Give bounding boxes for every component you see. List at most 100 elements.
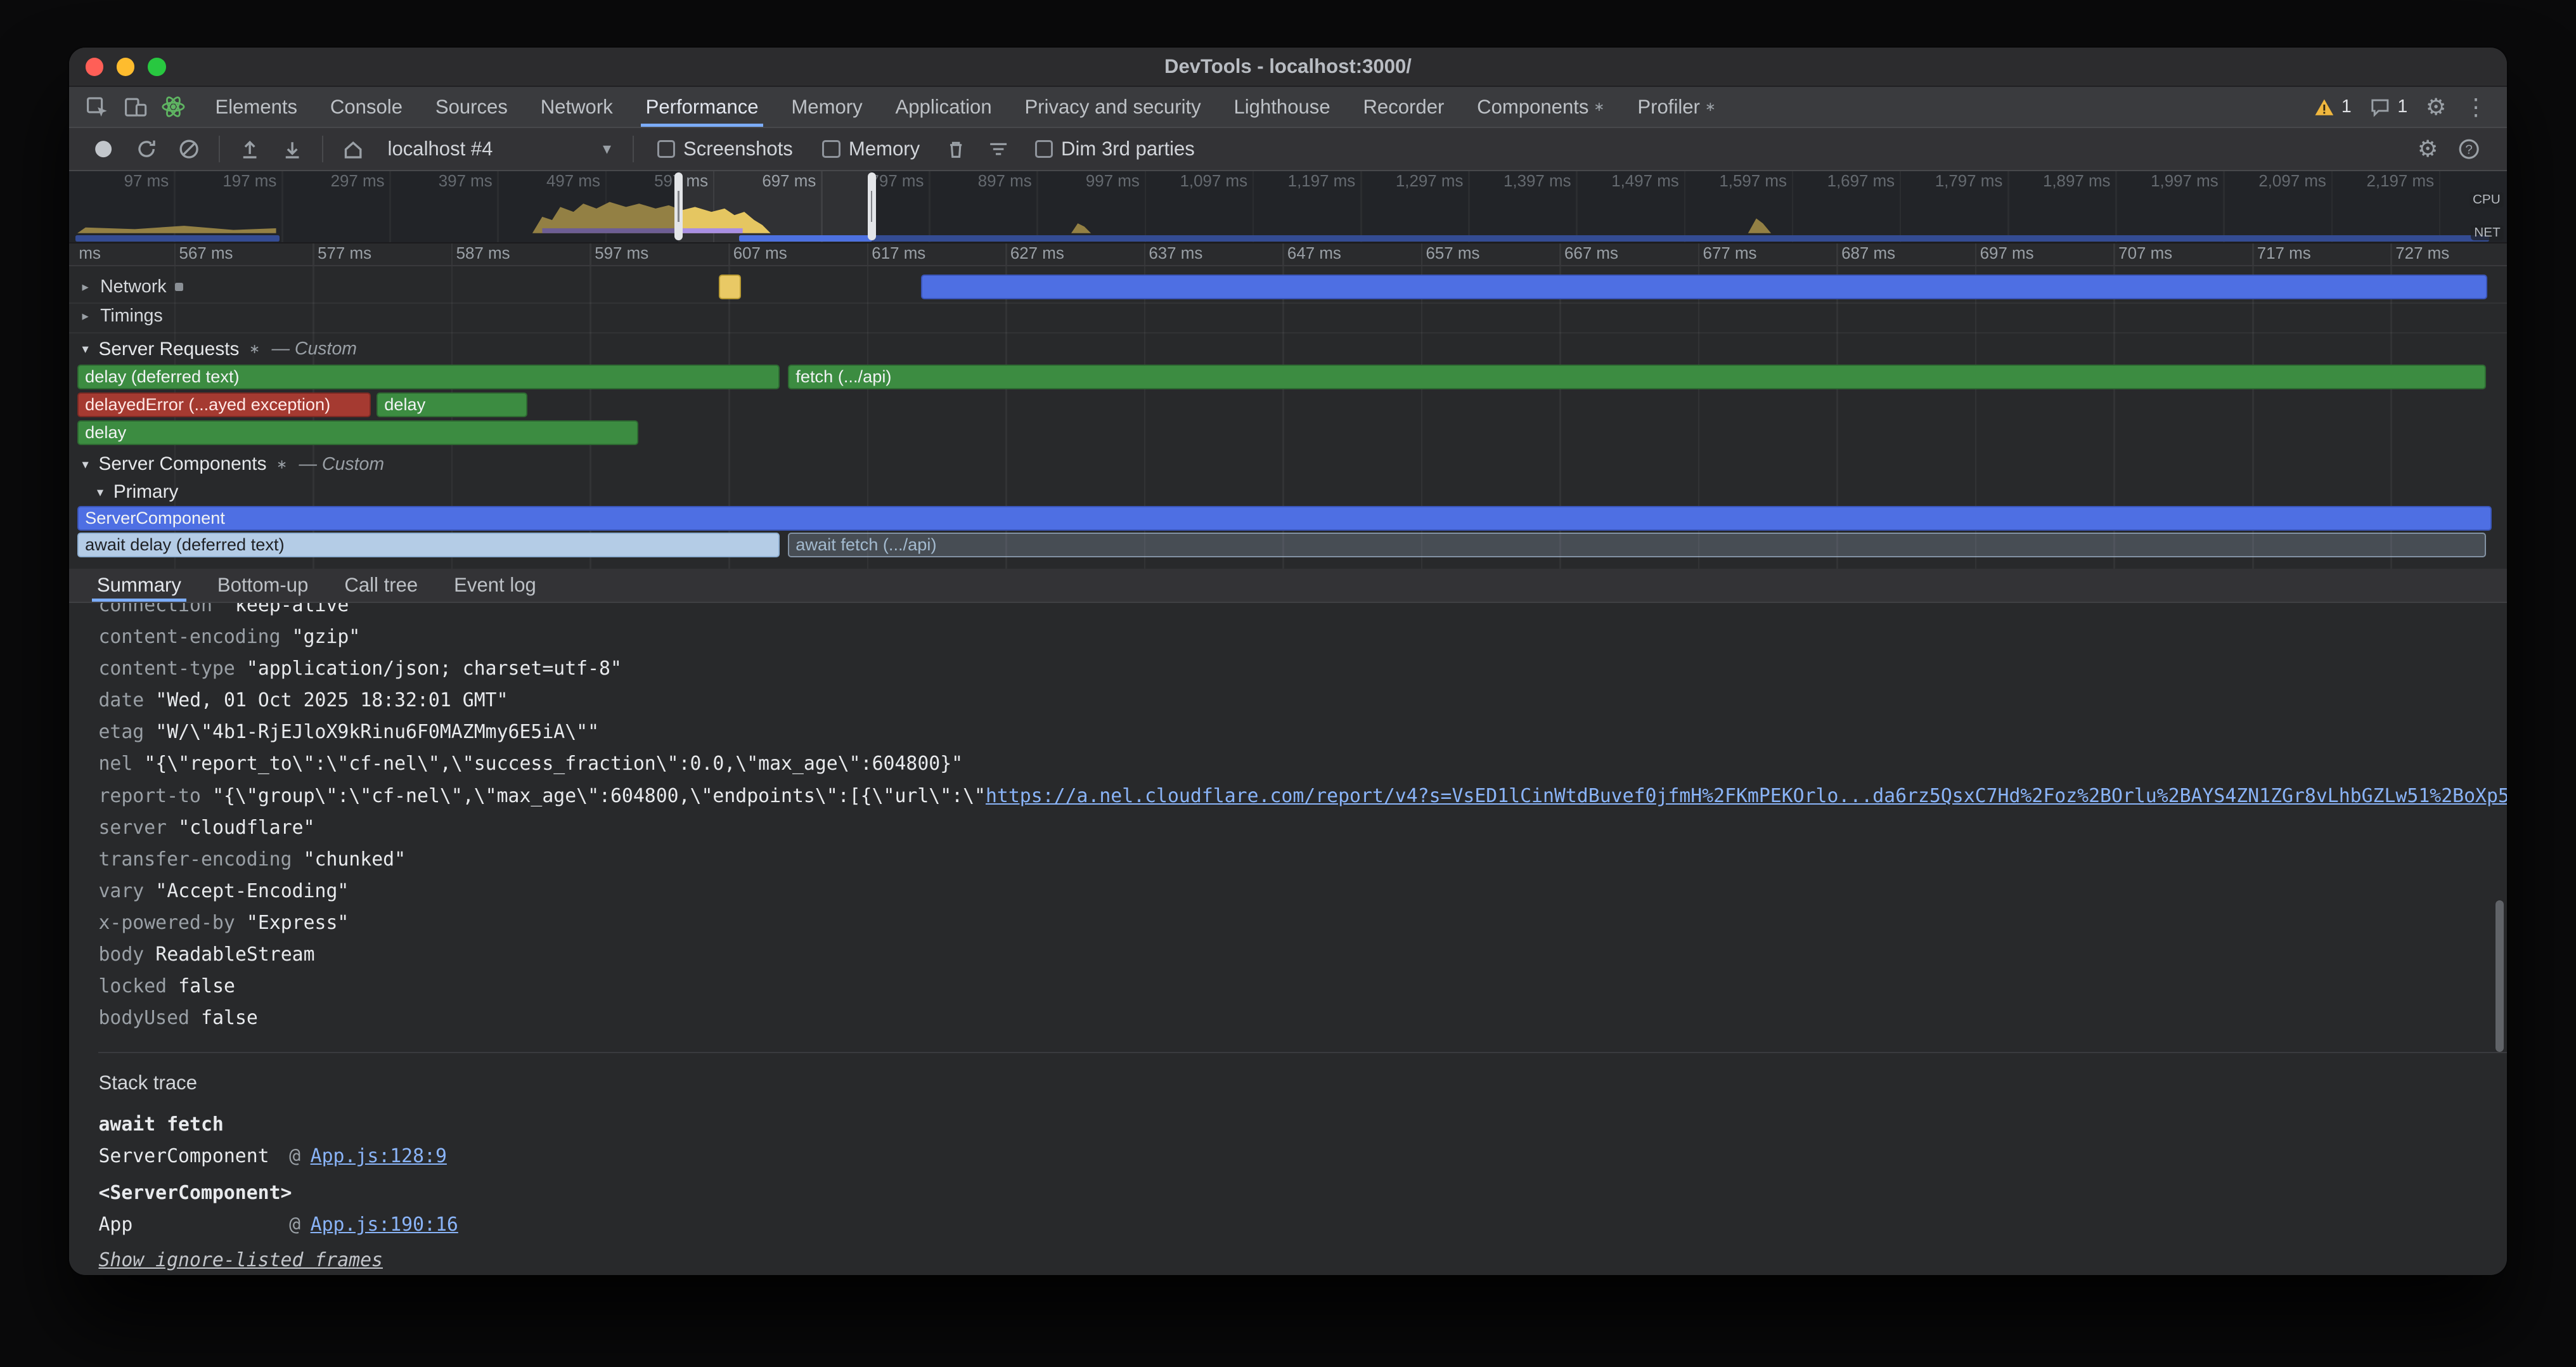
report-to-url-link[interactable]: https://a.nel.cloudflare.com/report/v4?s… <box>986 785 2507 807</box>
disclosure-triangle-icon[interactable]: ▾ <box>79 457 92 472</box>
react-devtools-icon[interactable] <box>155 87 193 127</box>
warnings-badge[interactable]: 1 <box>2314 96 2352 117</box>
stack-trace-list: await fetchServerComponent@App.js:128:9<… <box>98 1109 2507 1241</box>
ruler-gridline <box>174 243 176 265</box>
close-button[interactable] <box>86 58 104 76</box>
net-lane-label: NET <box>2471 225 2504 240</box>
disclosure-triangle-icon[interactable]: ▸ <box>79 308 92 324</box>
show-ignore-listed-link[interactable]: Show ignore-listed frames <box>98 1249 382 1271</box>
dim-3rd-parties-checkbox[interactable]: Dim 3rd parties <box>1035 138 1195 160</box>
summary-row: etag"W/\"4b1-RjEJloX9kRinu6F0MAZMmy6E5iA… <box>98 716 2507 748</box>
zoom-button[interactable] <box>148 58 166 76</box>
tab-application[interactable]: Application <box>879 87 1008 127</box>
track-timings-label: Timings <box>100 306 163 327</box>
selection-handle-right[interactable] <box>868 172 876 240</box>
settings-gear-icon[interactable]: ⚙ <box>2426 96 2447 119</box>
screenshots-checkbox[interactable]: Screenshots <box>657 138 793 160</box>
header-key: connection <box>98 603 212 616</box>
inspect-icon[interactable] <box>79 87 117 127</box>
perf-event-label: delay <box>384 394 425 414</box>
minimize-button[interactable] <box>117 58 135 76</box>
header-key: nel <box>98 753 132 775</box>
details-tab-bottom-up[interactable]: Bottom-up <box>199 569 326 602</box>
tab-recorder[interactable]: Recorder <box>1347 87 1461 127</box>
track-server-requests-header[interactable]: ▾ Server Requests ∗ — Custom <box>79 337 357 361</box>
disclosure-triangle-icon[interactable]: ▾ <box>94 484 107 500</box>
tab-lighthouse[interactable]: Lighthouse <box>1218 87 1347 127</box>
primary-group-header[interactable]: ▾ Primary <box>94 480 179 505</box>
more-options-icon[interactable]: ⋮ <box>2464 96 2487 119</box>
perf-event-bar[interactable]: ServerComponent <box>77 506 2492 531</box>
record-button[interactable] <box>82 133 125 165</box>
window-titlebar[interactable]: DevTools - localhost:3000/ <box>69 48 2507 87</box>
perf-event-bar[interactable]: delay (deferred text) <box>77 365 780 389</box>
collect-garbage-button[interactable] <box>935 133 977 165</box>
summary-row: transfer-encoding"chunked" <box>98 844 2507 876</box>
header-key: bodyUsed <box>98 1007 190 1029</box>
ruler-gridline <box>1144 243 1146 265</box>
tab-label: Console <box>330 96 402 119</box>
toolbar-separator <box>322 136 324 162</box>
server-requests-lane: delayedError (...ayed exception) delay <box>69 392 2507 417</box>
tab-network[interactable]: Network <box>524 87 629 127</box>
dim-3rd-parties-label: Dim 3rd parties <box>1061 138 1195 160</box>
disclosure-triangle-icon[interactable]: ▾ <box>79 341 92 357</box>
tab-sources[interactable]: Sources <box>419 87 524 127</box>
tabbar-right-controls: 1 1 ⚙ ⋮ <box>2314 96 2507 119</box>
tab-label: Recorder <box>1363 96 1444 119</box>
perf-event-bar[interactable]: fetch (.../api) <box>788 365 2486 389</box>
summary-row: x-powered-by"Express" <box>98 907 2507 939</box>
perf-event-bar[interactable]: delay <box>377 392 527 417</box>
stack-frame-location-link[interactable]: App.js:128:9 <box>311 1141 447 1172</box>
help-icon[interactable]: ? <box>2457 138 2480 160</box>
perf-event-bar[interactable] <box>921 275 2488 299</box>
details-scrollbar-thumb[interactable] <box>2496 900 2504 1051</box>
tab-console[interactable]: Console <box>314 87 419 127</box>
performance-settings-gear-icon[interactable]: ⚙ <box>2418 138 2438 160</box>
disclosure-triangle-icon[interactable]: ▸ <box>79 279 92 295</box>
history-dropdown[interactable]: localhost #4 ▾ <box>375 133 624 165</box>
perf-event-bar[interactable]: delay <box>77 420 638 445</box>
tab-memory[interactable]: Memory <box>775 87 879 127</box>
capture-settings-icon[interactable] <box>977 133 1020 165</box>
save-profile-button[interactable] <box>271 133 314 165</box>
stack-frame-location-link[interactable]: App.js:190:16 <box>311 1209 458 1241</box>
tab-performance[interactable]: Performance <box>629 87 775 127</box>
overview-tick-label: 697 ms <box>762 172 821 191</box>
live-metrics-home-button[interactable] <box>332 133 374 165</box>
track-server-components-header[interactable]: ▾ Server Components ∗ — Custom <box>79 452 384 477</box>
overview-strip[interactable]: CPU NET 97 ms197 ms297 ms397 ms497 ms597… <box>69 171 2507 243</box>
perf-event-bar[interactable]: await delay (deferred text) <box>77 533 780 557</box>
device-toolbar-icon[interactable] <box>117 87 155 127</box>
tab-elements[interactable]: Elements <box>199 87 314 127</box>
track-config-icon[interactable] <box>175 283 183 291</box>
perf-event-bar[interactable] <box>719 275 741 299</box>
clear-button[interactable] <box>167 133 210 165</box>
details-tab-event-log[interactable]: Event log <box>436 569 555 602</box>
details-scroll-area[interactable]: connection"keep-alive"content-encoding"g… <box>69 603 2507 1275</box>
ruler-tick-label: 707 ms <box>2118 245 2172 263</box>
tab-profiler[interactable]: Profiler∗ <box>1621 87 1732 127</box>
tab-components[interactable]: Components∗ <box>1460 87 1621 127</box>
stack-trace-heading: Stack trace <box>98 1072 2507 1094</box>
ruler-tick-label: 567 ms <box>179 245 233 263</box>
memory-checkbox[interactable]: Memory <box>822 138 920 160</box>
stack-group-title: await fetch <box>98 1109 2507 1141</box>
details-tab-call-tree[interactable]: Call tree <box>326 569 436 602</box>
details-tab-summary[interactable]: Summary <box>79 569 199 602</box>
record-and-reload-button[interactable] <box>125 133 167 165</box>
track-timings-header[interactable]: ▸ Timings <box>79 304 162 328</box>
console-messages-badge[interactable]: 1 <box>2369 96 2407 118</box>
timeline-ruler: ms567 ms577 ms587 ms597 ms607 ms617 ms62… <box>69 243 2507 266</box>
tab-privacy-and-security[interactable]: Privacy and security <box>1008 87 1218 127</box>
selection-handle-left[interactable] <box>674 172 683 240</box>
svg-text:?: ? <box>2466 142 2473 157</box>
ruler-gridline <box>867 243 869 265</box>
track-network-header[interactable]: ▸ Network <box>79 275 183 299</box>
checkbox-box <box>1035 140 1053 159</box>
load-profile-button[interactable] <box>228 133 271 165</box>
perf-event-bar[interactable]: await fetch (.../api) <box>788 533 2486 557</box>
stack-frame-row: App@App.js:190:16 <box>98 1209 2507 1241</box>
perf-event-bar[interactable]: delayedError (...ayed exception) <box>77 392 371 417</box>
ruler-gridline <box>2252 243 2254 265</box>
